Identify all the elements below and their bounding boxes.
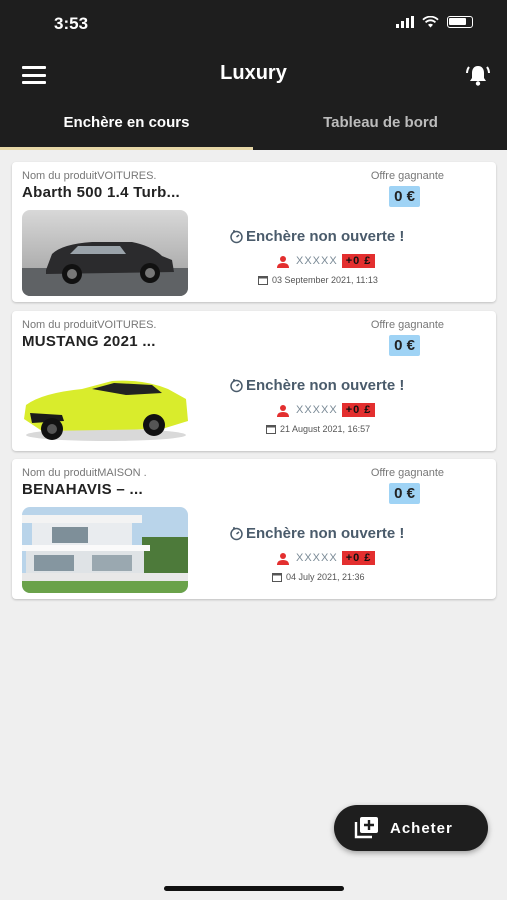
home-indicator[interactable]: [164, 886, 344, 891]
auction-date-text: 21 August 2021, 16:57: [280, 424, 371, 434]
wifi-icon: [422, 16, 439, 28]
auction-date-text: 03 September 2021, 11:13: [272, 275, 378, 285]
winning-offer-label: Offre gagnante: [370, 467, 444, 479]
status-icons: [396, 16, 473, 28]
active-tab-indicator: [0, 147, 253, 150]
tab-tableau-de-bord[interactable]: Tableau de bord: [254, 114, 507, 131]
winning-offer-label: Offre gagnante: [370, 319, 444, 331]
bidder-name: XXXXX: [296, 552, 338, 564]
add-to-library-icon: [354, 817, 378, 839]
product-title: MUSTANG 2021 ...: [22, 333, 156, 350]
auction-status: Enchère non ouverte !: [229, 525, 404, 542]
auction-status: Enchère non ouverte !: [229, 228, 404, 245]
bid-info: XXXXX +0 £: [276, 254, 376, 268]
timer-icon: [230, 527, 243, 541]
auction-status: Enchère non ouverte !: [229, 377, 404, 394]
winning-offer-value: 0 €: [389, 335, 420, 356]
calendar-icon: [258, 276, 268, 285]
app-title: Luxury: [220, 62, 287, 84]
product-title: Abarth 500 1.4 Turb...: [22, 184, 181, 201]
abarth-car-illustration: [22, 210, 188, 296]
winning-offer-value: 0 €: [389, 186, 420, 207]
auction-date: 04 July 2021, 21:36: [272, 572, 365, 582]
calendar-icon: [272, 573, 282, 582]
auction-status-text: Enchère non ouverte !: [246, 377, 405, 394]
winning-offer-label: Offre gagnante: [370, 170, 444, 182]
person-icon: [277, 255, 289, 268]
bid-amount: +0 £: [341, 551, 376, 565]
bell-ringing-icon[interactable]: [465, 62, 491, 88]
product-image: [22, 210, 188, 296]
timer-icon: [230, 230, 243, 244]
winning-offer-value: 0 €: [389, 483, 420, 504]
product-category: Nom du produitMAISON .: [22, 467, 147, 479]
auction-card[interactable]: Nom du produitVOITURES. MUSTANG 2021 ...…: [12, 311, 496, 451]
calendar-icon: [266, 425, 276, 434]
auction-date-text: 04 July 2021, 21:36: [286, 572, 365, 582]
auction-card[interactable]: Nom du produitVOITURES. Abarth 500 1.4 T…: [12, 162, 496, 302]
battery-icon: [447, 16, 473, 28]
product-category: Nom du produitVOITURES.: [22, 170, 157, 182]
product-image: [22, 359, 188, 445]
bid-info: XXXXX +0 £: [276, 551, 376, 565]
auction-date: 21 August 2021, 16:57: [266, 424, 370, 434]
person-icon: [277, 552, 289, 565]
bid-info: XXXXX +0 £: [276, 403, 376, 417]
timer-icon: [230, 379, 243, 393]
bid-amount: +0 £: [341, 254, 376, 268]
bidder-name: XXXXX: [296, 404, 338, 416]
auction-status-text: Enchère non ouverte !: [246, 228, 405, 245]
mustang-car-illustration: [22, 359, 188, 445]
tab-encheres-en-cours[interactable]: Enchère en cours: [0, 114, 253, 131]
app-header: 3:53 Luxury Enchère en cours Tableau de …: [0, 0, 507, 150]
auction-status-text: Enchère non ouverte !: [246, 525, 405, 542]
tab-bar: Enchère en cours Tableau de bord: [0, 108, 507, 150]
app-bar: Luxury: [0, 52, 507, 96]
product-image: [22, 507, 188, 593]
bid-amount: +0 £: [341, 403, 376, 417]
status-bar: 3:53: [0, 0, 507, 44]
signal-icon: [396, 16, 414, 28]
product-title: BENAHAVIS – ...: [22, 481, 143, 498]
product-category: Nom du produitVOITURES.: [22, 319, 157, 331]
auction-card[interactable]: Nom du produitMAISON . BENAHAVIS – ... O…: [12, 459, 496, 599]
acheter-label: Acheter: [390, 819, 453, 837]
person-icon: [277, 404, 289, 417]
acheter-button[interactable]: Acheter: [334, 805, 488, 851]
auction-date: 03 September 2021, 11:13: [258, 275, 378, 285]
status-time: 3:53: [54, 14, 89, 33]
villa-illustration: [22, 507, 188, 593]
bidder-name: XXXXX: [296, 255, 338, 267]
